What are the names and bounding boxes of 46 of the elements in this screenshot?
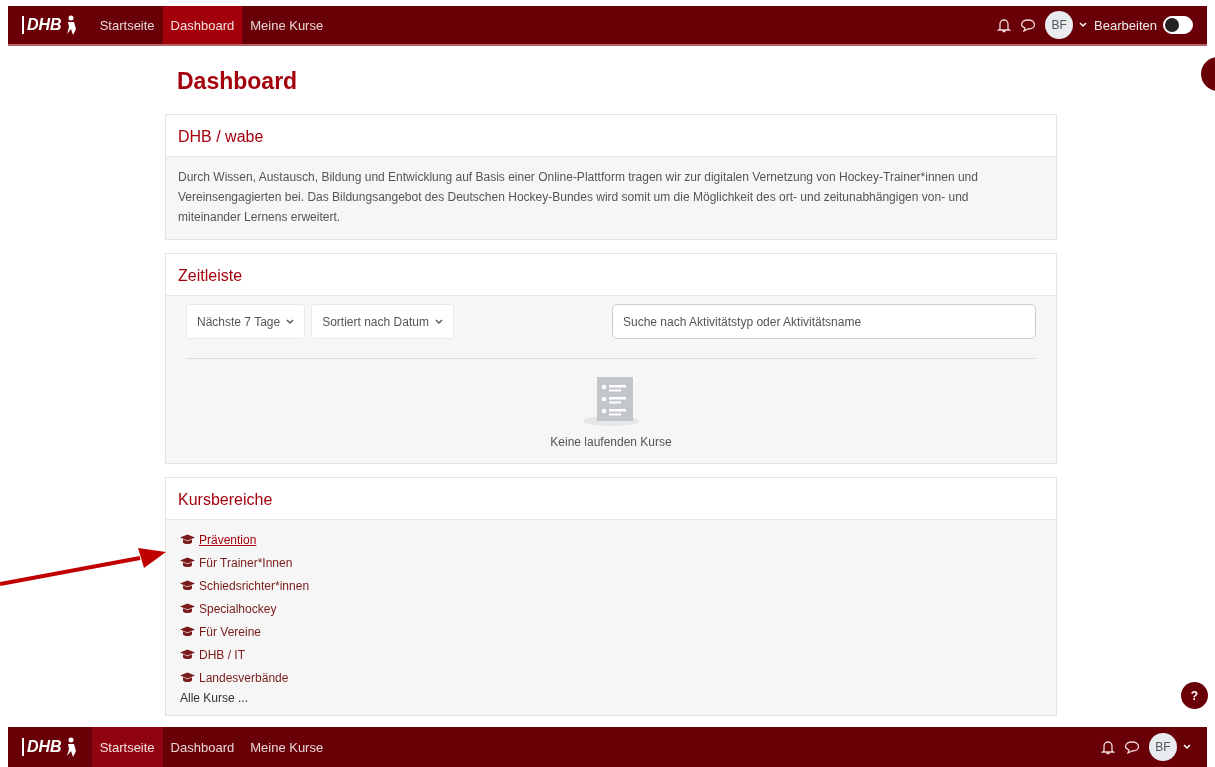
bell-icon[interactable]	[997, 17, 1012, 33]
search-field[interactable]: Suche nach Aktivitätstyp oder Aktivitätsname	[612, 304, 1036, 339]
graduation-cap-icon	[180, 672, 195, 683]
block-title: Kursbereiche	[166, 478, 1056, 520]
block-title: Zeitleiste	[166, 254, 1056, 296]
empty-message: Keine laufenden Kurse	[550, 435, 672, 449]
caret-icon[interactable]	[1079, 22, 1088, 28]
nav-tab[interactable]: Meine Kurse	[242, 6, 332, 44]
chat-icon[interactable]	[1124, 740, 1140, 754]
course-category-link[interactable]: Prävention	[199, 532, 257, 547]
nav-tab[interactable]: Dashboard	[162, 6, 243, 44]
course-category-link[interactable]: DHB / IT	[199, 647, 245, 662]
edit-mode-toggle[interactable]	[1163, 16, 1193, 34]
bell-icon[interactable]	[1101, 739, 1115, 755]
nav-tab[interactable]: Dashboard	[162, 727, 243, 767]
graduation-cap-icon	[180, 580, 195, 591]
nav-tab[interactable]: Startseite	[91, 6, 163, 44]
user-avatar[interactable]: BF	[1045, 11, 1074, 39]
help-button[interactable]: ?	[1181, 682, 1208, 709]
graduation-cap-icon	[180, 603, 195, 614]
caret-icon[interactable]	[1183, 744, 1191, 750]
all-courses-link[interactable]: Alle Kurse ...	[180, 691, 1042, 705]
graduation-cap-icon	[180, 534, 195, 545]
course-category-link[interactable]: Für Vereine	[199, 624, 262, 639]
course-category-link[interactable]: Specialhockey	[199, 601, 277, 616]
edit-mode-label: Bearbeiten	[1094, 17, 1157, 33]
chat-icon[interactable]	[1020, 18, 1037, 32]
page-title: Dashboard	[177, 68, 299, 95]
graduation-cap-icon	[180, 626, 195, 637]
user-avatar[interactable]: BF	[1149, 733, 1177, 761]
filter-dropdown[interactable]: Nächste 7 Tage	[186, 304, 306, 339]
intro-text: Durch Wissen, Austausch, Bildung und Entwicklung auf Basis einer Online-Plattform tragen wir zur digitalen Vernetzung von Hockey-Trainer*innen und Vereinsengagierten bei. Das Bildungsangebot des Deutschen Hockey-Bundes wird somit um die Möglichkeit des ort- und zeitunabhängigen von- und miteinander Lernens erweitert.	[178, 169, 979, 226]
course-category-link[interactable]: Für Trainer*Innen	[199, 555, 293, 570]
graduation-cap-icon	[180, 557, 195, 568]
logo[interactable]: DHB	[8, 6, 92, 44]
block-title: DHB / wabe	[166, 115, 1056, 157]
logo[interactable]: DHB	[8, 727, 92, 767]
list-icon	[583, 375, 639, 427]
filter-dropdown[interactable]: Sortiert nach Datum	[311, 304, 454, 339]
caret-icon	[434, 318, 443, 325]
course-category-link[interactable]: Landesverbände	[199, 670, 289, 685]
nav-tab[interactable]: Meine Kurse	[242, 727, 332, 767]
caret-icon	[286, 318, 295, 325]
course-category-link[interactable]: Schiedsrichter*innen	[199, 578, 310, 593]
graduation-cap-icon	[180, 649, 195, 660]
nav-tab[interactable]: Startseite	[91, 727, 163, 767]
